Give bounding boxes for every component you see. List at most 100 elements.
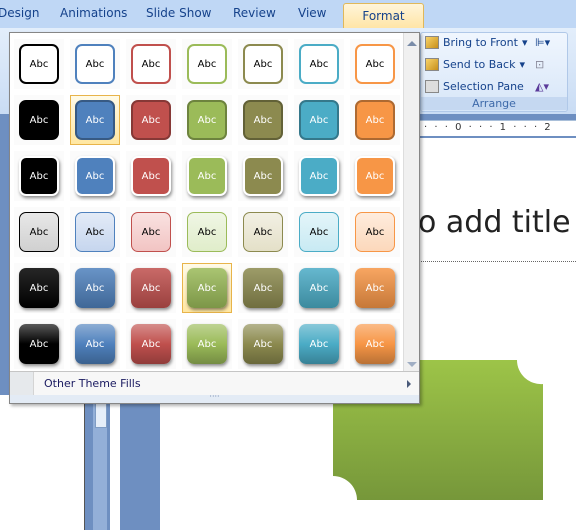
- swatch-label: Abc: [299, 212, 339, 252]
- gallery-scrollbar[interactable]: [403, 33, 419, 371]
- swatch-label: Abc: [75, 100, 115, 140]
- swatch-label: Abc: [299, 268, 339, 308]
- style-swatch-light-gradient[interactable]: Abc: [14, 207, 64, 257]
- swatch-label: Abc: [19, 156, 59, 196]
- style-swatch-solid-white-border[interactable]: Abc: [126, 151, 176, 201]
- swatch-label: Abc: [187, 156, 227, 196]
- style-swatch-solid-white-border[interactable]: Abc: [350, 151, 400, 201]
- style-swatch-light-gradient[interactable]: Abc: [350, 207, 400, 257]
- style-swatch-light-gradient[interactable]: Abc: [70, 207, 120, 257]
- selection-pane-button[interactable]: Selection Pane: [425, 80, 524, 93]
- horizontal-ruler: · · · 0 · · · 1 · · · 2: [420, 120, 576, 136]
- submenu-arrow-icon: [407, 380, 411, 388]
- swatch-label: Abc: [299, 44, 339, 84]
- rotate-button[interactable]: ◭▾: [535, 80, 549, 93]
- swatch-label: Abc: [355, 324, 395, 364]
- style-swatch-light-gradient[interactable]: Abc: [294, 207, 344, 257]
- tab-design[interactable]: Design: [0, 6, 39, 20]
- style-swatch-light-gradient[interactable]: Abc: [182, 207, 232, 257]
- swatch-label: Abc: [131, 100, 171, 140]
- swatch-label: Abc: [243, 156, 283, 196]
- arrange-group: Bring to Front ▾ Send to Back ▾ Selectio…: [420, 32, 568, 112]
- style-swatch-solid-white-border[interactable]: Abc: [182, 151, 232, 201]
- swatch-label: Abc: [355, 156, 395, 196]
- style-swatch-solid-white-border[interactable]: Abc: [238, 151, 288, 201]
- style-swatch-intense-gradient[interactable]: Abc: [126, 263, 176, 313]
- swatch-label: Abc: [299, 324, 339, 364]
- style-swatch-solid[interactable]: Abc: [238, 95, 288, 145]
- group-icon: ⊡: [535, 58, 545, 71]
- style-swatch-glossy[interactable]: Abc: [294, 319, 344, 369]
- style-swatch-glossy[interactable]: Abc: [238, 319, 288, 369]
- style-swatch-solid[interactable]: Abc: [182, 95, 232, 145]
- vertical-ruler: [110, 403, 120, 530]
- swatch-label: Abc: [19, 212, 59, 252]
- style-swatch-light-gradient[interactable]: Abc: [126, 207, 176, 257]
- style-swatch-solid[interactable]: Abc: [14, 95, 64, 145]
- swatch-label: Abc: [355, 212, 395, 252]
- tab-review[interactable]: Review: [233, 6, 276, 20]
- style-swatch-outline[interactable]: Abc: [350, 39, 400, 89]
- swatch-label: Abc: [243, 268, 283, 308]
- style-swatch-intense-gradient[interactable]: Abc: [294, 263, 344, 313]
- swatch-label: Abc: [75, 268, 115, 308]
- style-swatch-solid-white-border[interactable]: Abc: [14, 151, 64, 201]
- style-swatch-glossy[interactable]: Abc: [126, 319, 176, 369]
- style-swatch-intense-gradient[interactable]: Abc: [350, 263, 400, 313]
- send-to-back-button[interactable]: Send to Back ▾: [425, 58, 525, 71]
- swatch-label: Abc: [19, 100, 59, 140]
- swatch-label: Abc: [187, 324, 227, 364]
- tab-slide-show[interactable]: Slide Show: [146, 6, 211, 20]
- style-swatch-outline[interactable]: Abc: [70, 39, 120, 89]
- swatch-label: Abc: [19, 44, 59, 84]
- swatch-label: Abc: [75, 44, 115, 84]
- menu-icon-column: [10, 371, 34, 396]
- style-swatch-outline[interactable]: Abc: [294, 39, 344, 89]
- style-swatch-glossy[interactable]: Abc: [14, 319, 64, 369]
- style-swatch-outline[interactable]: Abc: [126, 39, 176, 89]
- style-swatch-outline[interactable]: Abc: [182, 39, 232, 89]
- style-swatch-intense-gradient[interactable]: Abc: [238, 263, 288, 313]
- scroll-down-icon[interactable]: [407, 362, 417, 367]
- swatch-label: Abc: [187, 268, 227, 308]
- swatch-label: Abc: [187, 212, 227, 252]
- style-swatch-solid-white-border[interactable]: Abc: [294, 151, 344, 201]
- swatch-label: Abc: [243, 324, 283, 364]
- style-swatch-glossy[interactable]: Abc: [70, 319, 120, 369]
- tab-format[interactable]: Format: [343, 3, 424, 31]
- slide-thumbnail-pane: [0, 395, 85, 530]
- style-swatch-outline[interactable]: Abc: [14, 39, 64, 89]
- style-swatch-solid[interactable]: Abc: [294, 95, 344, 145]
- style-swatch-outline[interactable]: Abc: [238, 39, 288, 89]
- swatch-label: Abc: [243, 100, 283, 140]
- style-swatch-intense-gradient[interactable]: Abc: [14, 263, 64, 313]
- tab-animations[interactable]: Animations: [60, 6, 127, 20]
- style-swatch-intense-gradient[interactable]: Abc: [70, 263, 120, 313]
- title-placeholder[interactable]: o add title: [418, 205, 571, 240]
- shape-style-gallery: Other Theme Fills ···· Abc Abc Abc Abc Abc Ab…: [9, 32, 420, 404]
- placeholder-border: [410, 261, 576, 262]
- bring-to-front-label: Bring to Front: [443, 36, 518, 49]
- style-swatch-glossy[interactable]: Abc: [182, 319, 232, 369]
- style-swatch-solid[interactable]: Abc: [126, 95, 176, 145]
- style-swatch-solid[interactable]: Abc: [350, 95, 400, 145]
- tab-view[interactable]: View: [298, 6, 326, 20]
- scrollbar-thumb[interactable]: [95, 403, 107, 428]
- swatch-label: Abc: [131, 156, 171, 196]
- swatch-label: Abc: [19, 268, 59, 308]
- group-button[interactable]: ⊡: [535, 58, 544, 71]
- style-swatch-glossy[interactable]: Abc: [350, 319, 400, 369]
- style-swatch-solid[interactable]: Abc: [70, 95, 120, 145]
- align-button[interactable]: ⊫▾: [535, 36, 550, 49]
- style-swatch-solid-white-border[interactable]: Abc: [70, 151, 120, 201]
- style-swatch-light-gradient[interactable]: Abc: [238, 207, 288, 257]
- swatch-label: Abc: [131, 324, 171, 364]
- swatch-label: Abc: [131, 212, 171, 252]
- swatch-label: Abc: [75, 156, 115, 196]
- scroll-up-icon[interactable]: [407, 41, 417, 46]
- style-swatch-intense-gradient[interactable]: Abc: [182, 263, 232, 313]
- bring-to-front-button[interactable]: Bring to Front ▾: [425, 36, 527, 49]
- selection-pane-label: Selection Pane: [443, 80, 524, 93]
- resize-grip[interactable]: ····: [10, 393, 419, 403]
- swatch-label: Abc: [299, 156, 339, 196]
